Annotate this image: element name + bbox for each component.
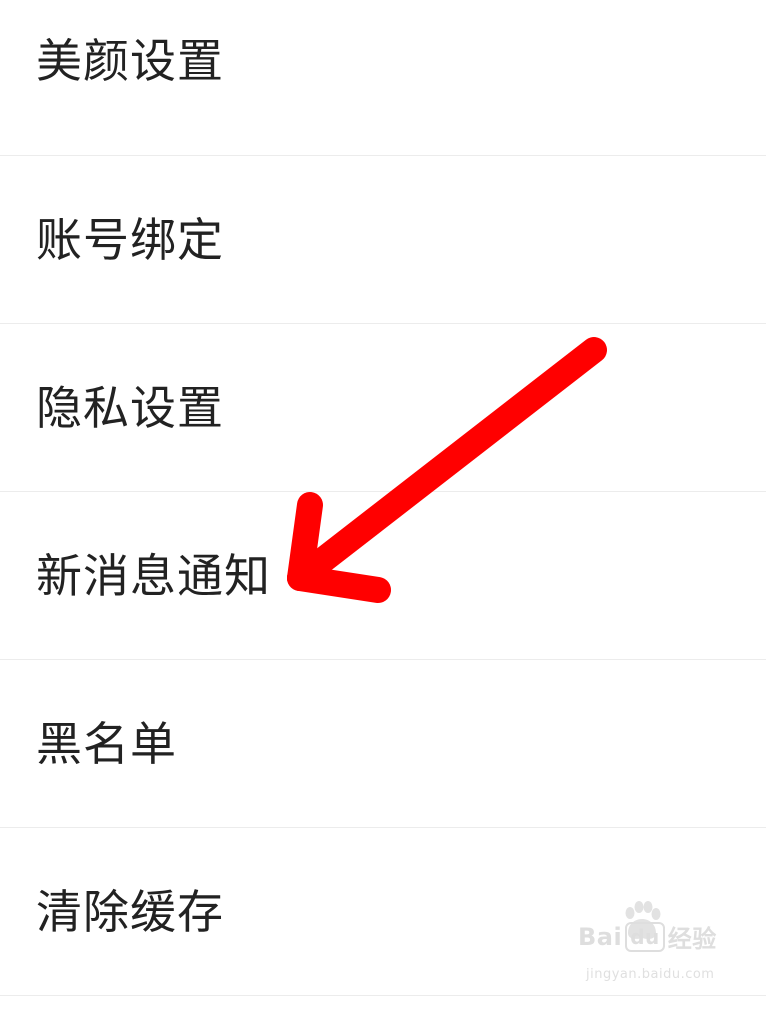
settings-item-label: 美颜设置 bbox=[36, 34, 224, 88]
settings-item-new-message-notification[interactable]: 新消息通知 bbox=[0, 492, 766, 660]
settings-list: 美颜设置 账号绑定 隐私设置 新消息通知 黑名单 清除缓存 bbox=[0, 0, 766, 996]
settings-item-label: 黑名单 bbox=[36, 716, 177, 771]
settings-item-account-binding[interactable]: 账号绑定 bbox=[0, 156, 766, 324]
settings-item-blacklist[interactable]: 黑名单 bbox=[0, 660, 766, 828]
settings-item-clear-cache[interactable]: 清除缓存 bbox=[0, 828, 766, 996]
settings-item-label: 账号绑定 bbox=[36, 212, 224, 267]
settings-item-privacy[interactable]: 隐私设置 bbox=[0, 324, 766, 492]
settings-item-beauty[interactable]: 美颜设置 bbox=[0, 0, 766, 156]
settings-item-label: 隐私设置 bbox=[36, 380, 224, 435]
settings-item-label: 清除缓存 bbox=[36, 884, 224, 939]
settings-item-label: 新消息通知 bbox=[36, 548, 271, 603]
